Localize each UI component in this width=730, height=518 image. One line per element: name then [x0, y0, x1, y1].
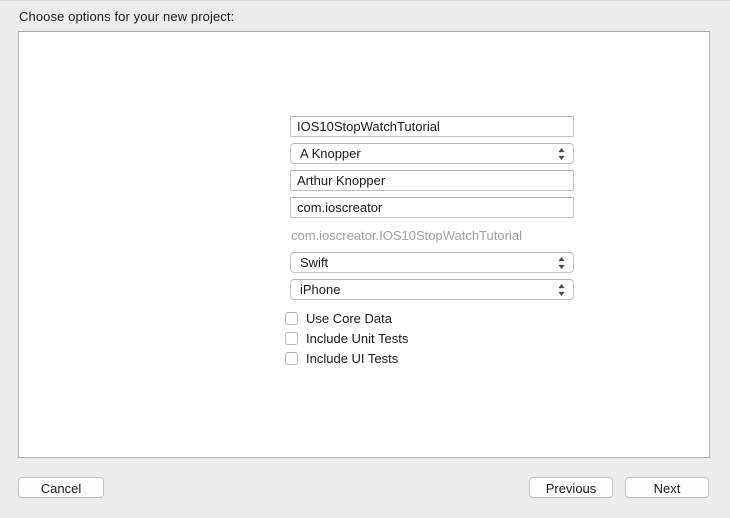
product-name-input[interactable]: IOS10StopWatchTutorial: [290, 115, 574, 137]
page-title: Choose options for your new project:: [19, 9, 235, 24]
team-text: A Knopper: [300, 145, 361, 161]
checkbox-include-unit-tests[interactable]: Include Unit Tests: [285, 328, 408, 348]
next-button[interactable]: Next: [625, 477, 709, 498]
include-ui-tests-label: Include UI Tests: [306, 350, 399, 366]
team-select[interactable]: A Knopper: [290, 142, 574, 164]
devices-select[interactable]: iPhone: [290, 279, 574, 301]
cancel-button[interactable]: Cancel: [18, 477, 104, 498]
chevron-up-down-icon: [558, 257, 565, 269]
window-top-edge: [0, 0, 730, 1]
use-core-data-checkbox-box[interactable]: [285, 311, 298, 325]
bundle-identifier-text: com.ioscreator.IOS10StopWatchTutorial: [291, 227, 522, 243]
include-ui-tests-checkbox-box[interactable]: [285, 351, 298, 365]
product-name-text: IOS10StopWatchTutorial: [297, 118, 440, 134]
use-core-data-label: Use Core Data: [306, 310, 392, 326]
language-text: Swift: [300, 255, 329, 270]
organization-name-text: Arthur Knopper: [297, 173, 386, 189]
checkbox-use-core-data[interactable]: Use Core Data: [285, 308, 392, 328]
organization-identifier-text: com.ioscreator: [297, 200, 383, 216]
checkbox-include-ui-tests[interactable]: Include UI Tests: [285, 348, 398, 368]
devices-text: iPhone: [300, 282, 341, 298]
organization-identifier-input[interactable]: com.ioscreator: [290, 197, 574, 219]
chevron-up-down-icon: [558, 147, 565, 160]
include-unit-tests-label: Include Unit Tests: [306, 330, 409, 346]
include-unit-tests-checkbox-box[interactable]: [285, 331, 298, 345]
options-panel: Product Name:IOS10StopWatchTutorialTeam:…: [18, 31, 710, 458]
previous-button[interactable]: Previous: [529, 477, 613, 498]
chevron-up-down-icon: [558, 284, 565, 297]
language-select[interactable]: Swift: [290, 252, 574, 273]
organization-name-input[interactable]: Arthur Knopper: [290, 170, 574, 192]
bundle-identifier-value: com.ioscreator.IOS10StopWatchTutorial: [291, 225, 522, 246]
